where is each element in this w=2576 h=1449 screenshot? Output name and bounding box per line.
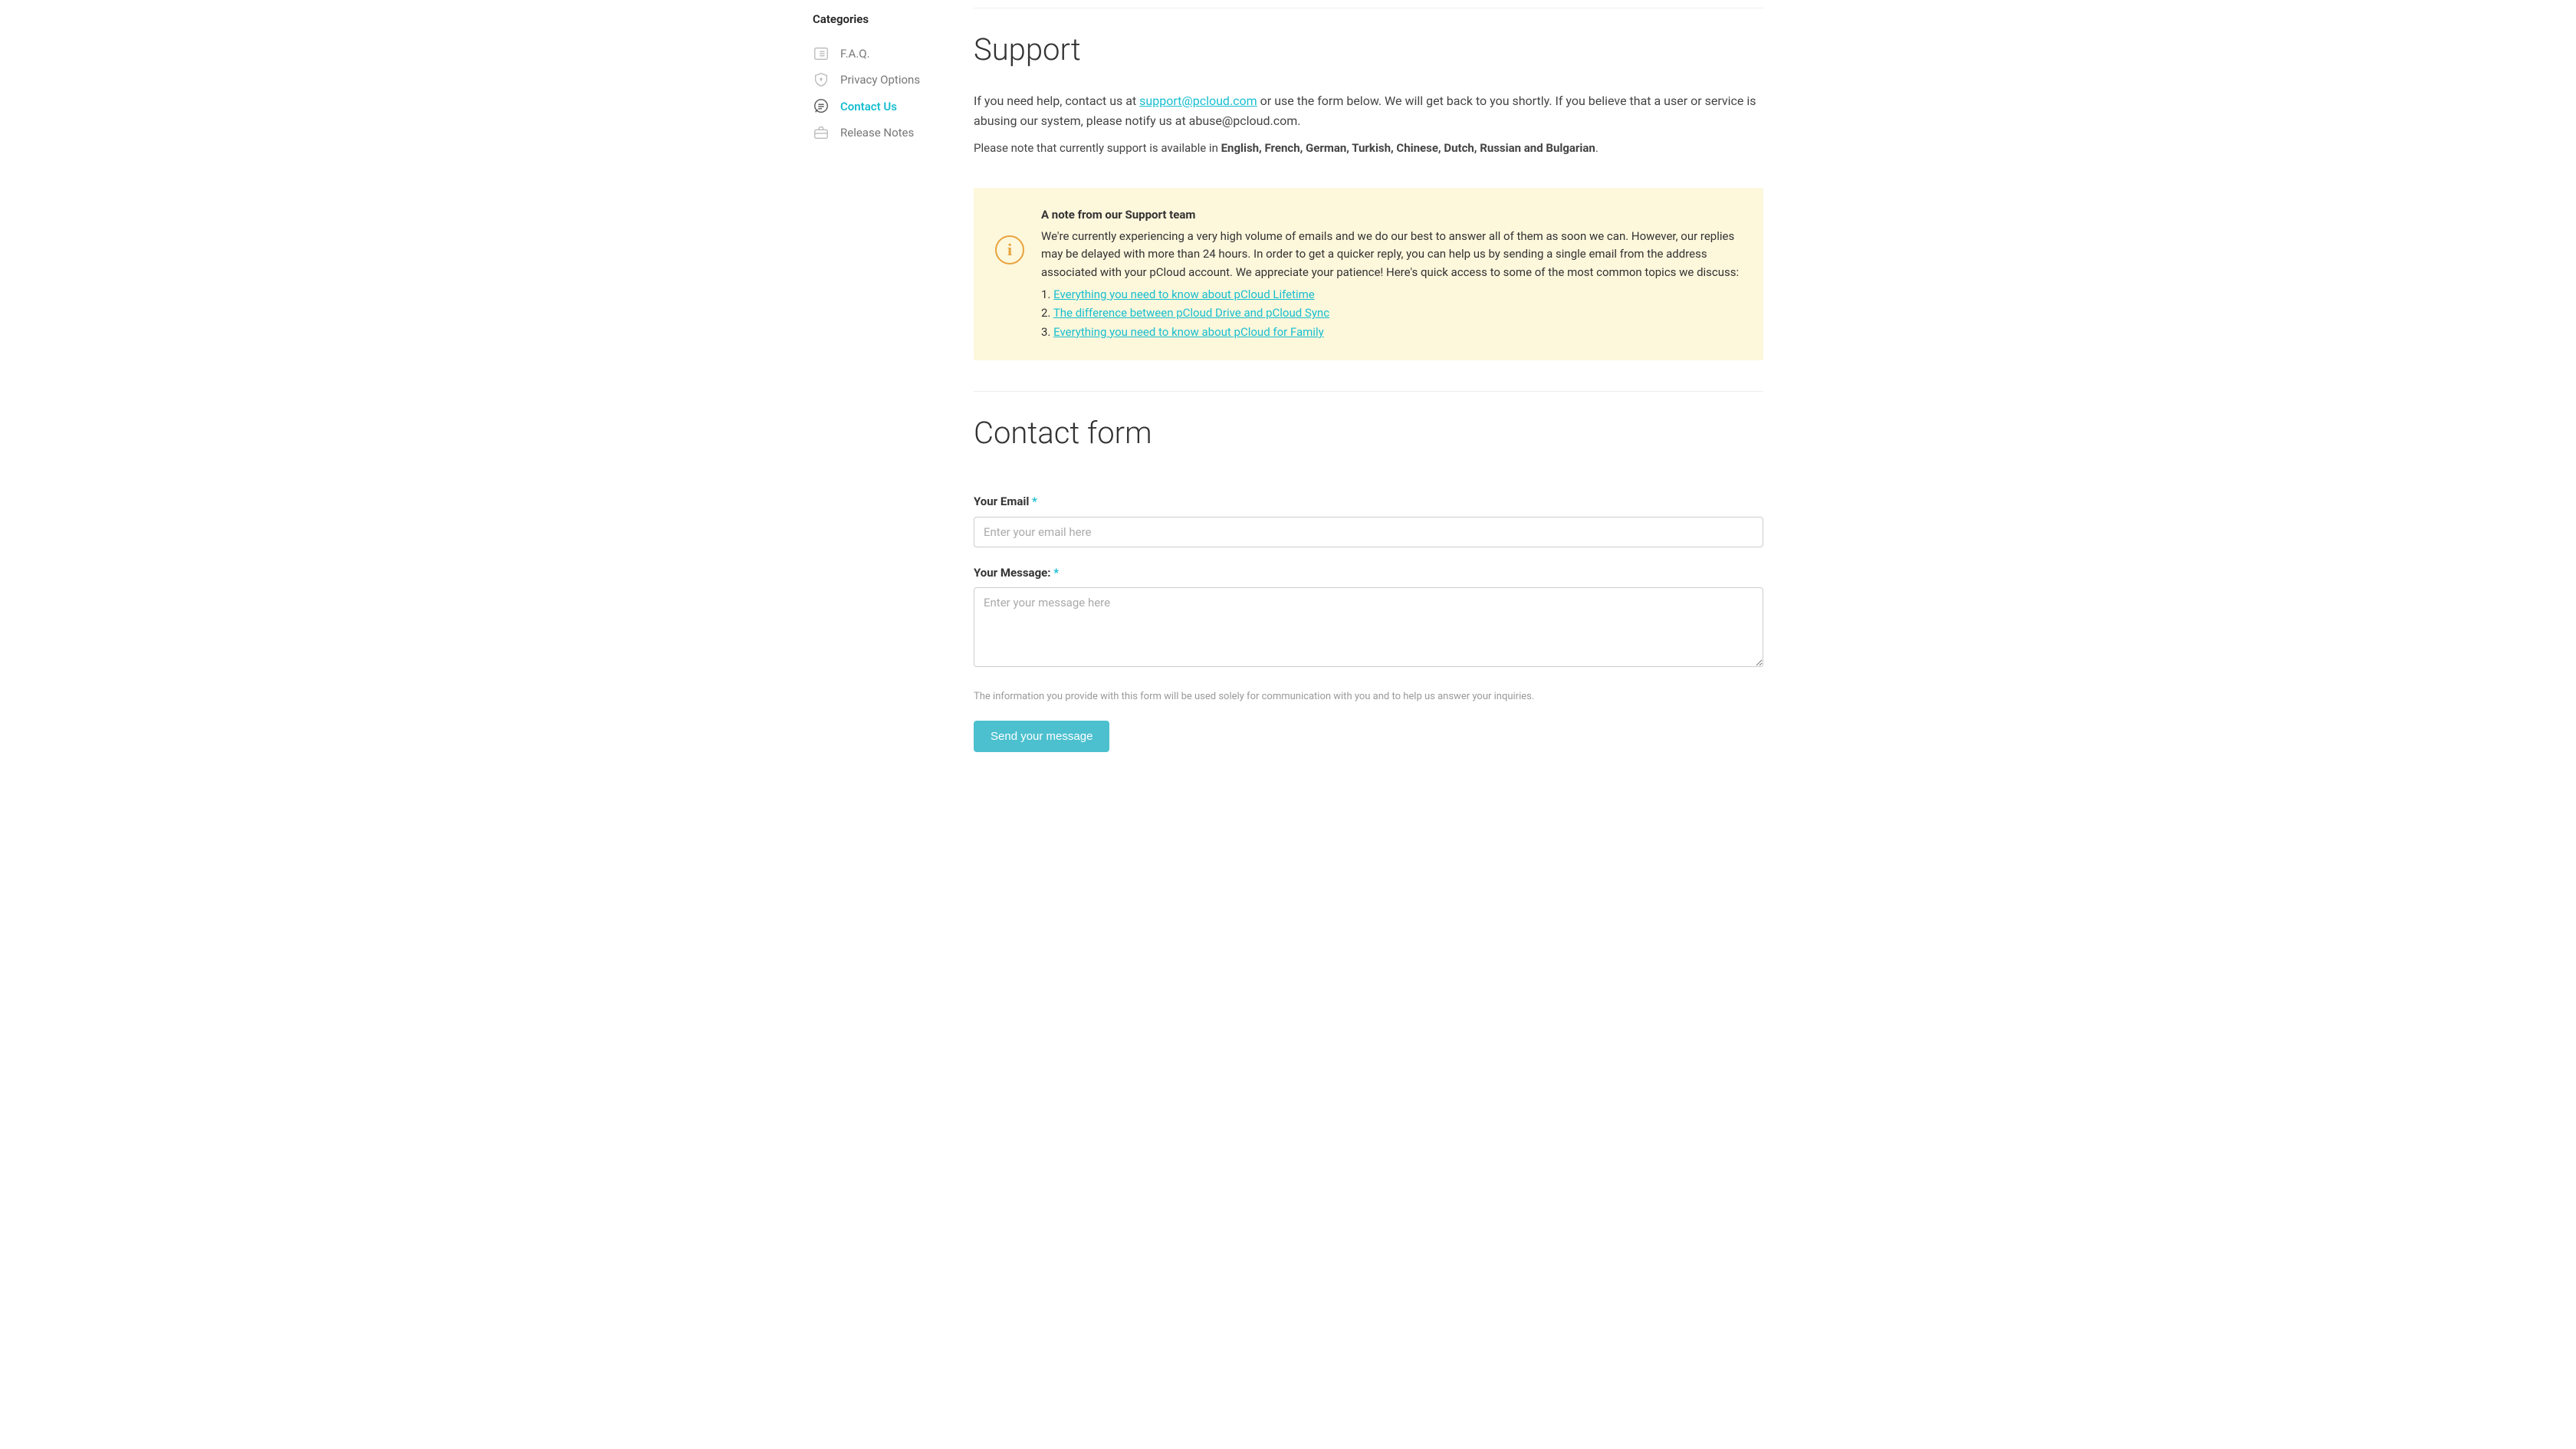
note-link-item: 3. Everything you need to know about pCl… (1041, 324, 1742, 341)
label-text: Your Message: (974, 566, 1050, 580)
page-title: Support (974, 27, 1763, 73)
note-link-family[interactable]: Everything you need to know about pCloud… (1053, 325, 1324, 339)
divider (974, 391, 1763, 392)
langs-prefix: Please note that currently support is av… (974, 141, 1221, 155)
form-disclaimer: The information you provide with this fo… (974, 689, 1763, 705)
support-note-box: i A note from our Support team We're cur… (974, 188, 1763, 361)
sidebar-title: Categories (813, 11, 951, 28)
langs-list: English, French, German, Turkish, Chines… (1221, 141, 1595, 155)
form-group-message: Your Message: * (974, 564, 1763, 672)
sidebar-item-release-notes[interactable]: Release Notes (813, 120, 951, 146)
note-links-list: 1. Everything you need to know about pCl… (1041, 286, 1742, 341)
chat-icon (813, 98, 830, 115)
intro-text: If you need help, contact us at (974, 94, 1139, 108)
email-field[interactable] (974, 517, 1763, 547)
note-link-item: 2. The difference between pCloud Drive a… (1041, 304, 1742, 322)
note-content: A note from our Support team We're curre… (1041, 206, 1742, 343)
intro-text: . (1297, 113, 1300, 128)
briefcase-icon (813, 124, 830, 141)
sidebar-item-label: Release Notes (840, 124, 914, 142)
message-field[interactable] (974, 587, 1763, 667)
support-languages: Please note that currently support is av… (974, 140, 1763, 157)
note-link-lifetime[interactable]: Everything you need to know about pCloud… (1053, 288, 1315, 301)
langs-suffix: . (1595, 141, 1598, 155)
main-content: Support If you need help, contact us at … (974, 8, 1763, 752)
support-intro: If you need help, contact us at support@… (974, 91, 1763, 130)
required-mark: * (1032, 495, 1037, 508)
form-group-email: Your Email * (974, 493, 1763, 547)
support-email-link[interactable]: support@pcloud.com (1139, 94, 1257, 108)
abuse-email-text: abuse@pcloud.com (1189, 113, 1298, 128)
note-body: We're currently experiencing a very high… (1041, 228, 1742, 281)
send-button[interactable]: Send your message (974, 721, 1109, 752)
note-title: A note from our Support team (1041, 206, 1742, 224)
sidebar-item-contact[interactable]: Contact Us (813, 94, 951, 120)
sidebar-item-privacy[interactable]: Privacy Options (813, 67, 951, 94)
message-label: Your Message: * (974, 564, 1763, 582)
sidebar-item-label: Privacy Options (840, 71, 920, 89)
label-text: Your Email (974, 495, 1029, 508)
sidebar-item-label: F.A.Q. (840, 45, 870, 63)
contact-form-title: Contact form (974, 410, 1763, 456)
sidebar-item-faq[interactable]: F.A.Q. (813, 41, 951, 67)
sidebar-item-label: Contact Us (840, 98, 897, 116)
note-link-item: 1. Everything you need to know about pCl… (1041, 286, 1742, 304)
sidebar: Categories F.A.Q. Privacy Options Contac… (813, 8, 951, 752)
required-mark: * (1053, 566, 1059, 580)
info-icon: i (995, 235, 1024, 264)
email-label: Your Email * (974, 493, 1763, 511)
list-icon (813, 45, 830, 62)
shield-icon (813, 71, 830, 88)
note-link-drive-sync[interactable]: The difference between pCloud Drive and … (1053, 306, 1329, 320)
